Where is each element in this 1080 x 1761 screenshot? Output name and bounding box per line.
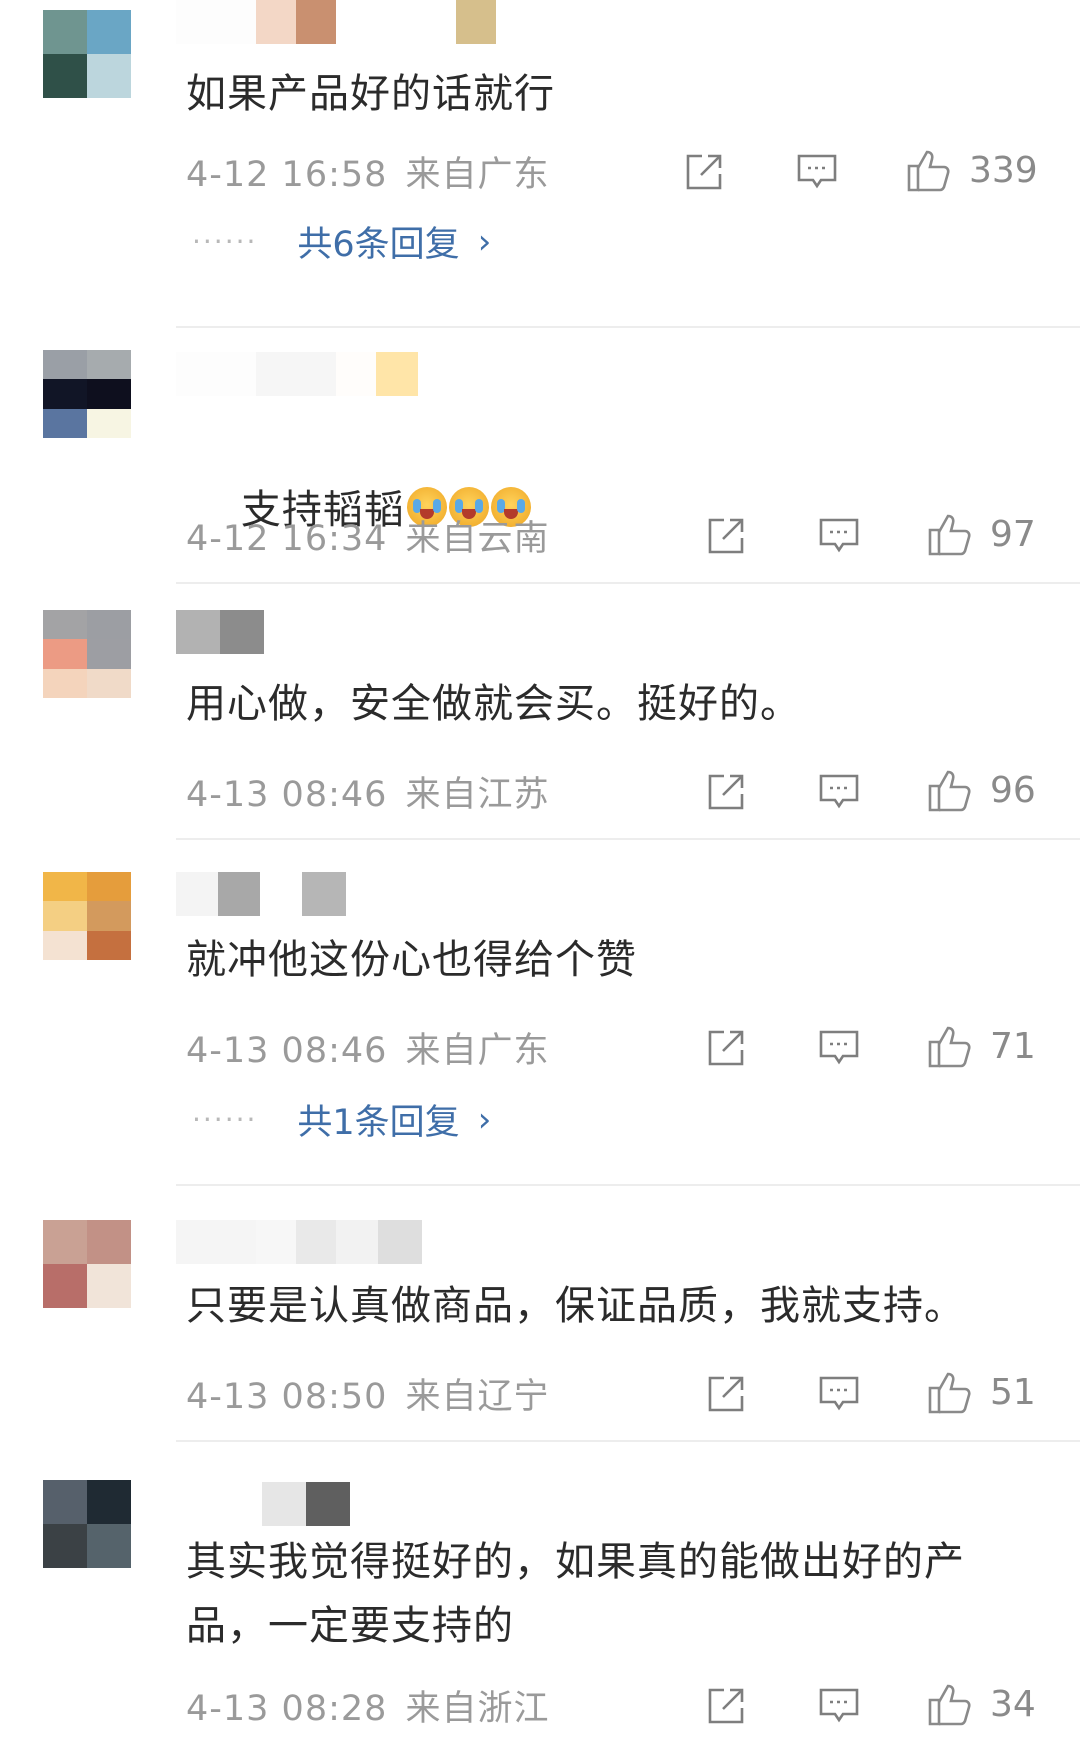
comment-location: 来自云南 — [405, 519, 550, 559]
comment-time: 4-12 16:34 — [186, 519, 388, 559]
like-button[interactable]: 96 — [926, 766, 1036, 814]
divider — [176, 1184, 1080, 1186]
avatar[interactable] — [43, 10, 131, 98]
avatar[interactable] — [43, 610, 131, 698]
divider — [176, 326, 1080, 328]
comment-time: 4-12 16:58 — [186, 155, 388, 195]
comment-text: 只要是认真做商品，保证品质，我就支持。 — [186, 1283, 965, 1329]
like-count: 97 — [990, 513, 1036, 555]
comment-icon[interactable] — [817, 1026, 861, 1070]
divider — [176, 582, 1080, 584]
share-icon[interactable] — [704, 1684, 748, 1728]
chevron-right-icon: › — [477, 221, 492, 262]
comment-location: 来自江苏 — [405, 775, 550, 815]
like-button[interactable]: 339 — [905, 146, 1038, 194]
comment-time: 4-13 08:50 — [186, 1377, 388, 1417]
thumbs-up-icon — [928, 770, 971, 812]
avatar[interactable] — [43, 350, 131, 438]
comment-meta: 4-12 16:58 来自广东 — [186, 146, 549, 197]
like-count: 339 — [969, 149, 1038, 191]
thumbs-up-icon — [928, 1684, 971, 1726]
divider — [176, 838, 1080, 840]
like-button[interactable]: 34 — [926, 1680, 1036, 1728]
thumbs-up-icon — [928, 514, 971, 556]
username[interactable] — [176, 352, 418, 396]
like-button[interactable]: 51 — [926, 1368, 1036, 1416]
dots-icon: ······ — [192, 1103, 258, 1136]
comment-meta: 4-13 08:28 来自浙江 — [186, 1680, 549, 1731]
avatar[interactable] — [43, 1220, 131, 1308]
share-icon[interactable] — [704, 1372, 748, 1416]
username[interactable] — [176, 610, 264, 654]
like-count: 71 — [990, 1025, 1036, 1067]
comment-text: 就冲他这份心也得给个赞 — [186, 937, 637, 983]
username[interactable] — [176, 1482, 350, 1526]
comment-icon[interactable] — [817, 514, 861, 558]
like-button[interactable]: 71 — [926, 1022, 1036, 1070]
comment-text: 其实我觉得挺好的，如果真的能做出好的产品，一定要支持的 — [186, 1539, 965, 1649]
like-count: 96 — [990, 769, 1036, 811]
chevron-right-icon: › — [477, 1099, 492, 1140]
share-icon[interactable] — [682, 150, 726, 194]
comment-time: 4-13 08:46 — [186, 775, 388, 815]
comment-location: 来自广东 — [405, 155, 550, 195]
replies-link[interactable]: ······ 共1条回复 › — [192, 1094, 491, 1145]
comment-icon[interactable] — [817, 770, 861, 814]
username[interactable] — [176, 1220, 422, 1264]
avatar[interactable] — [43, 1480, 131, 1568]
share-icon[interactable] — [704, 514, 748, 558]
comment-icon[interactable] — [817, 1372, 861, 1416]
comment-text: 用心做，安全做就会买。挺好的。 — [186, 681, 801, 727]
comment-text: 如果产品好的话就行 — [186, 71, 555, 117]
dots-icon: ······ — [192, 225, 258, 258]
thumbs-up-icon — [928, 1372, 971, 1414]
comment-location: 来自浙江 — [405, 1689, 550, 1729]
replies-label: 共1条回复 — [297, 1103, 460, 1143]
thumbs-up-icon — [928, 1026, 971, 1068]
share-icon[interactable] — [704, 1026, 748, 1070]
like-button[interactable]: 97 — [926, 510, 1036, 558]
share-icon[interactable] — [704, 770, 748, 814]
like-count: 51 — [990, 1371, 1036, 1413]
comment-location: 来自辽宁 — [405, 1377, 550, 1417]
username[interactable] — [176, 0, 496, 44]
replies-link[interactable]: ······ 共6条回复 › — [192, 216, 491, 267]
comment-meta: 4-13 08:50 来自辽宁 — [186, 1368, 549, 1419]
comment-time: 4-13 08:28 — [186, 1689, 388, 1729]
comment-meta: 4-13 08:46 来自广东 — [186, 1022, 549, 1073]
comment-icon[interactable] — [795, 150, 839, 194]
comment-meta: 4-13 08:46 来自江苏 — [186, 766, 549, 817]
replies-label: 共6条回复 — [297, 225, 460, 265]
username[interactable] — [176, 872, 346, 916]
avatar[interactable] — [43, 872, 131, 960]
comment-time: 4-13 08:46 — [186, 1031, 388, 1071]
comment-icon[interactable] — [817, 1684, 861, 1728]
like-count: 34 — [990, 1683, 1036, 1725]
thumbs-up-icon — [907, 150, 950, 192]
divider — [176, 1440, 1080, 1442]
comment-location: 来自广东 — [405, 1031, 550, 1071]
comment-meta: 4-12 16:34 来自云南 — [186, 510, 549, 561]
